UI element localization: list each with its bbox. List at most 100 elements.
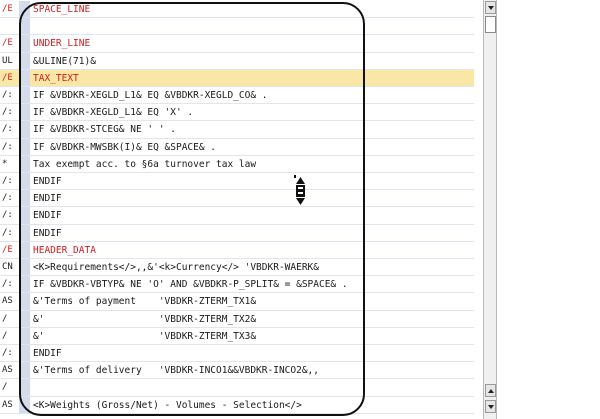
line-text[interactable]: ENDIF — [33, 190, 62, 206]
editor-line[interactable]: /: ENDIF — [0, 207, 474, 225]
format-key[interactable]: /: — [0, 345, 18, 361]
arrow-down-icon — [487, 5, 494, 10]
editor-line[interactable]: UL &ULINE(71)& — [0, 52, 474, 70]
format-key[interactable]: AS — [0, 362, 18, 378]
line-text[interactable]: UNDER_LINE — [33, 35, 90, 51]
column-separator — [19, 276, 30, 293]
editor-line[interactable]: * Tax exempt acc. to §6a turnover tax law — [0, 155, 474, 173]
format-key[interactable]: UL — [0, 53, 18, 69]
line-text[interactable]: &'Terms of payment 'VBDKR-ZTERM_TX1& — [33, 293, 256, 309]
editor-line[interactable]: /E UNDER_LINE — [0, 35, 474, 53]
column-separator — [19, 224, 30, 241]
editor-line[interactable]: /: ENDIF — [0, 190, 474, 208]
format-key[interactable]: /E — [0, 70, 18, 86]
line-text[interactable]: SPACE_LINE — [33, 1, 90, 17]
line-text[interactable]: IF &VBDKR-MWSBK(I)& EQ &SPACE& . — [33, 139, 216, 155]
editor-line[interactable]: /E TAX_TEXT — [0, 69, 474, 87]
line-text[interactable]: ENDIF — [33, 345, 62, 361]
editor-line[interactable]: /: ENDIF — [0, 173, 474, 191]
format-key[interactable] — [0, 18, 18, 34]
column-separator — [19, 121, 30, 138]
editor-line[interactable] — [0, 18, 474, 36]
line-text[interactable]: ENDIF — [33, 173, 62, 189]
editor-line[interactable]: AS &'Terms of payment 'VBDKR-ZTERM_TX1& — [0, 293, 474, 311]
format-key[interactable]: / — [0, 311, 18, 327]
column-separator — [19, 87, 30, 104]
format-key[interactable]: /: — [0, 173, 18, 189]
sapscript-editor[interactable]: /E SPACE_LINE/E UNDER_LINE UL &ULINE(71)&/E T… — [0, 0, 483, 419]
line-text[interactable]: IF &VBDKR-STCEG& NE ' ' . — [33, 121, 176, 137]
column-separator — [19, 327, 30, 344]
editor-line[interactable]: /: IF &VBDKR-VBTYP& NE 'O' AND &VBDKR-P_S… — [0, 276, 474, 294]
column-separator — [19, 69, 30, 86]
scroll-thumb[interactable] — [485, 16, 496, 33]
format-key[interactable]: /: — [0, 121, 18, 137]
editor-line[interactable]: / &' 'VBDKR-ZTERM_TX2& — [0, 310, 474, 328]
scroll-down-top-button[interactable] — [485, 1, 496, 14]
format-key[interactable]: * — [0, 156, 18, 172]
column-separator — [19, 173, 30, 190]
editor-line[interactable]: /: ENDIF — [0, 224, 474, 242]
editor-line[interactable]: AS &'Terms of delivery 'VBDKR-INCO1&&VBDK… — [0, 362, 474, 380]
line-text[interactable]: ENDIF — [33, 207, 62, 223]
column-separator — [19, 345, 30, 362]
format-key[interactable]: / — [0, 379, 18, 395]
line-text[interactable]: &'Terms of delivery 'VBDKR-INCO1&&VBDKR-… — [33, 362, 319, 378]
format-key[interactable]: /: — [0, 207, 18, 223]
column-separator — [19, 310, 30, 327]
arrow-up-icon — [487, 388, 494, 393]
column-separator — [19, 362, 30, 379]
line-text[interactable]: Tax exempt acc. to §6a turnover tax law — [33, 156, 256, 172]
scroll-down-button[interactable] — [485, 400, 496, 413]
format-key[interactable]: /E — [0, 35, 18, 51]
editor-line[interactable]: / — [0, 379, 474, 397]
column-separator — [19, 259, 30, 276]
column-separator — [19, 1, 30, 18]
format-key[interactable]: AS — [0, 293, 18, 309]
editor-line[interactable]: /: ENDIF — [0, 345, 474, 363]
column-separator — [19, 35, 30, 52]
format-key[interactable]: /: — [0, 139, 18, 155]
format-key[interactable]: /E — [0, 242, 18, 258]
column-separator — [19, 52, 30, 69]
format-key[interactable]: /: — [0, 87, 18, 103]
line-text[interactable]: IF &VBDKR-XEGLD_L1& EQ 'X' . — [33, 104, 193, 120]
line-text[interactable]: IF &VBDKR-VBTYP& NE 'O' AND &VBDKR-P_SPL… — [33, 276, 348, 292]
editor-line[interactable]: /: IF &VBDKR-STCEG& NE ' ' . — [0, 121, 474, 139]
resize-vertical-cursor-icon — [294, 175, 305, 205]
editor-line[interactable]: /: IF &VBDKR-MWSBK(I)& EQ &SPACE& . — [0, 138, 474, 156]
line-text[interactable]: HEADER_DATA — [33, 242, 96, 258]
editor-line[interactable]: /E HEADER_DATA — [0, 241, 474, 259]
format-key[interactable]: /: — [0, 104, 18, 120]
column-separator — [19, 293, 30, 310]
format-key[interactable]: / — [0, 328, 18, 344]
line-text[interactable]: &' 'VBDKR-ZTERM_TX3& — [33, 328, 256, 344]
line-text[interactable]: &ULINE(71)& — [33, 53, 96, 69]
vertical-scrollbar[interactable] — [483, 0, 497, 419]
format-key[interactable]: /E — [0, 1, 18, 17]
editor-line[interactable]: / &' 'VBDKR-ZTERM_TX3& — [0, 327, 474, 345]
column-separator — [19, 155, 30, 172]
column-separator — [19, 138, 30, 155]
format-key[interactable]: CN — [0, 259, 18, 275]
format-key[interactable]: /: — [0, 190, 18, 206]
column-separator — [19, 18, 30, 35]
scroll-up-button[interactable] — [485, 384, 496, 397]
format-key[interactable]: /: — [0, 225, 18, 241]
format-key[interactable]: /: — [0, 276, 18, 292]
line-text[interactable]: <K>Weights (Gross/Net) - Volumes - Selec… — [33, 397, 302, 413]
arrow-down-icon — [487, 404, 494, 409]
editor-line[interactable]: /: IF &VBDKR-XEGLD_L1& EQ 'X' . — [0, 104, 474, 122]
line-text[interactable]: IF &VBDKR-XEGLD_L1& EQ &VBDKR-XEGLD_CO& … — [33, 87, 268, 103]
column-separator — [19, 207, 30, 224]
editor-line[interactable]: AS <K>Weights (Gross/Net) - Volumes - Sel… — [0, 396, 474, 414]
format-key[interactable]: AS — [0, 397, 18, 413]
line-text[interactable]: ENDIF — [33, 225, 62, 241]
line-text[interactable]: TAX_TEXT — [33, 70, 79, 86]
editor-line[interactable]: CN <K>Requirements</>,,&'<k>Currency</> '… — [0, 259, 474, 277]
line-text[interactable]: <K>Requirements</>,,&'<k>Currency</> 'VB… — [33, 259, 319, 275]
column-separator — [19, 241, 30, 258]
line-text[interactable]: &' 'VBDKR-ZTERM_TX2& — [33, 311, 256, 327]
editor-line[interactable]: /E SPACE_LINE — [0, 1, 474, 19]
editor-line[interactable]: /: IF &VBDKR-XEGLD_L1& EQ &VBDKR-XEGLD_CO… — [0, 87, 474, 105]
